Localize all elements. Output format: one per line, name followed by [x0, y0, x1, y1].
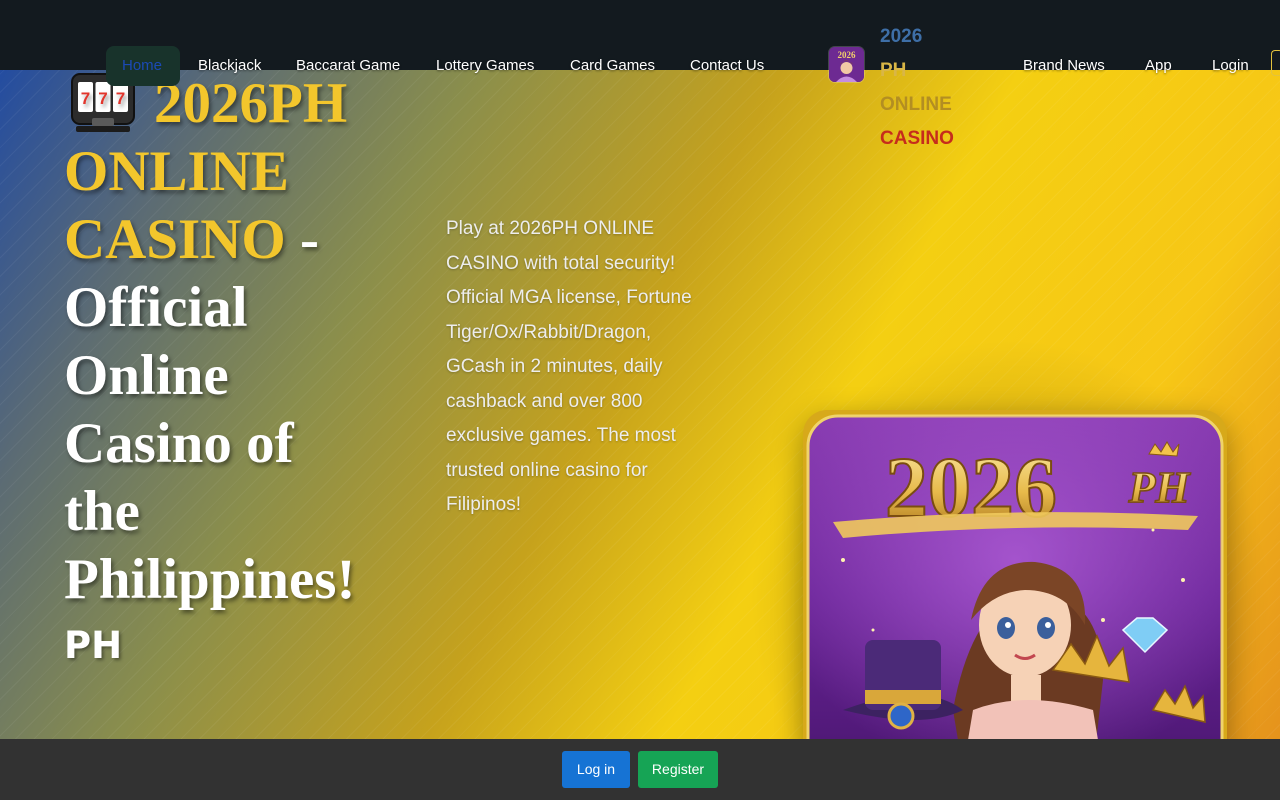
headline-line-philippines: Philippines!: [64, 548, 356, 611]
headline-line-casino-of: Casino of: [64, 412, 294, 475]
brand-line1-suffix: PH: [880, 60, 907, 81]
promo-logo-suffix: PH: [1127, 463, 1191, 512]
brand-line3: CASINO: [880, 128, 954, 149]
nav-brand-news-link[interactable]: Brand News: [1023, 56, 1105, 78]
register-button[interactable]: Register: [638, 751, 718, 788]
promo-artwork: 2026 PH: [806, 414, 1224, 770]
headline-brand-3: CASINO: [64, 208, 286, 271]
brand-line1-prefix: 2026: [880, 26, 923, 47]
login-button[interactable]: Log in: [562, 751, 630, 788]
headline-brand-2: ONLINE: [64, 140, 289, 203]
nav-app-link[interactable]: App: [1145, 56, 1172, 78]
headline-line-official: Official: [64, 276, 248, 339]
nav-login-link[interactable]: Login: [1212, 56, 1249, 78]
nav-contact-link[interactable]: Contact Us: [690, 56, 764, 78]
nav-home-link[interactable]: Home: [106, 46, 180, 86]
headline-dash: -: [285, 208, 319, 271]
hero-description: Play at 2026PH ONLINE CASINO with total …: [446, 218, 692, 515]
hero-headline: 7 7 7 2026PH ONLINE CASINO - Official On…: [64, 70, 384, 614]
main-navigation: Home Blackjack Baccarat Game Lottery Gam…: [0, 0, 1280, 149]
promo-app-card[interactable]: 2026 PH: [803, 410, 1227, 770]
nav-lottery-link[interactable]: Lottery Games: [436, 56, 534, 78]
hero-subtitle: PH: [64, 624, 123, 667]
bottom-action-bar: Log in Register: [0, 739, 1280, 800]
brand-line2: ONLINE: [880, 94, 952, 115]
nav-baccarat-link[interactable]: Baccarat Game: [296, 56, 400, 78]
header-cta-button-edge[interactable]: [1271, 50, 1280, 76]
nav-card-games-link[interactable]: Card Games: [570, 56, 655, 78]
brand-wordmark[interactable]: 2026 PH ONLINE CASINO: [880, 20, 990, 156]
nav-blackjack-link[interactable]: Blackjack: [198, 56, 261, 78]
brand-logo-icon[interactable]: 2026: [829, 47, 864, 82]
headline-line-the: the: [64, 480, 140, 543]
svg-text:2026: 2026: [838, 50, 857, 60]
headline-line-online: Online: [64, 344, 229, 407]
